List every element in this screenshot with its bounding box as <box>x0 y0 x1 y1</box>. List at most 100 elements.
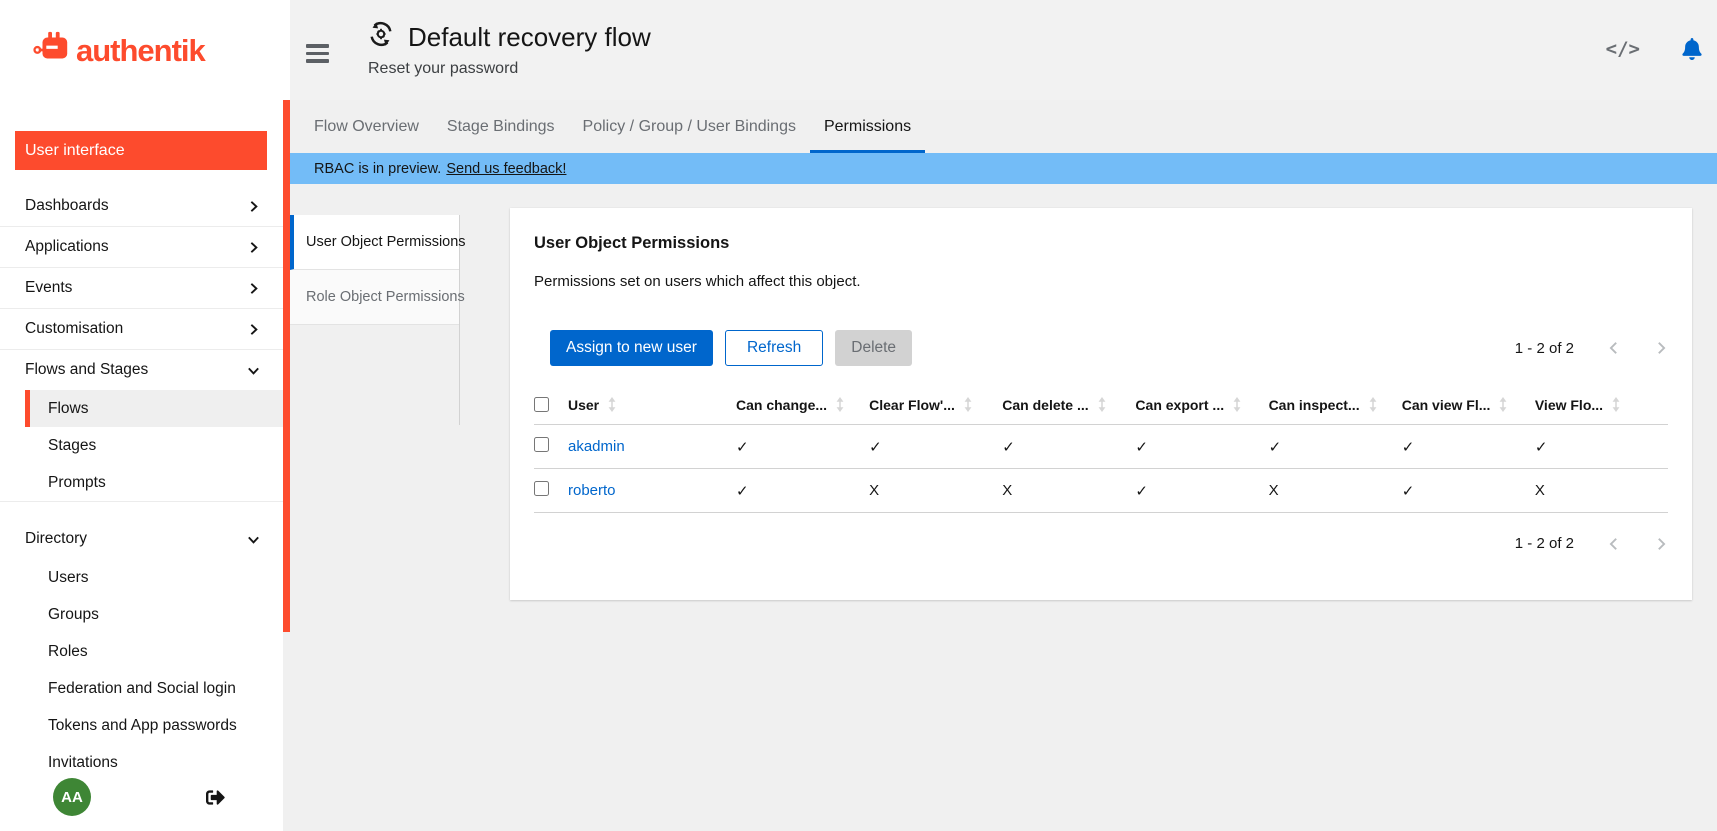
sort-icon <box>1098 397 1106 415</box>
pagination-prev-icon[interactable] <box>1607 341 1621 355</box>
sidebar-item-flows-and-stages[interactable]: Flows and Stages <box>0 350 283 390</box>
chevron-right-icon <box>247 323 260 336</box>
column-header-user[interactable]: User <box>568 388 736 425</box>
tab-permissions[interactable]: Permissions <box>810 100 925 153</box>
tab-flow-overview[interactable]: Flow Overview <box>300 100 433 153</box>
notification-bell-icon[interactable] <box>1682 38 1702 60</box>
sidebar-item-label: Dashboards <box>25 197 109 215</box>
pagination-top: 1 - 2 of 2 <box>1515 340 1668 357</box>
sort-icon <box>1612 397 1620 415</box>
sidebar-item-label: Directory <box>25 530 87 548</box>
row-checkbox[interactable] <box>534 437 549 452</box>
sidebar-item-groups[interactable]: Groups <box>25 596 283 633</box>
permission-value-cell: ✓ <box>1135 469 1268 513</box>
sidebar-item-label: Events <box>25 279 72 297</box>
nav-section-dashboards: Dashboards <box>0 186 283 226</box>
column-header-label: User <box>568 397 599 413</box>
sidebar-item-invitations[interactable]: Invitations <box>25 744 283 781</box>
sidebar-item-stages[interactable]: Stages <box>25 427 283 464</box>
column-header-can-delete[interactable]: Can delete ... <box>1002 388 1135 425</box>
pagination-bottom: 1 - 2 of 2 <box>1515 535 1668 552</box>
menu-toggle-icon[interactable] <box>306 44 329 63</box>
chevron-right-icon <box>247 200 260 213</box>
column-header-can-change[interactable]: Can change... <box>736 388 869 425</box>
sidebar-item-events[interactable]: Events <box>0 268 283 308</box>
sort-icon <box>964 397 972 415</box>
title-block: Default recovery flow Reset your passwor… <box>368 21 651 78</box>
column-header-view-flo[interactable]: View Flo... <box>1535 388 1668 425</box>
column-header-clear-flow[interactable]: Clear Flow'... <box>869 388 1002 425</box>
user-cell: roberto <box>568 469 736 513</box>
sidebar-accent-strip <box>283 0 290 831</box>
column-header-label: Can inspect... <box>1269 397 1360 413</box>
chevron-down-icon <box>247 533 260 546</box>
sidebar-item-prompts[interactable]: Prompts <box>25 464 283 501</box>
main-area: Default recovery flow Reset your passwor… <box>290 0 1717 831</box>
column-header-can-view-fl[interactable]: Can view Fl... <box>1402 388 1535 425</box>
avatar[interactable]: AA <box>53 778 91 816</box>
pagination-next-icon[interactable] <box>1654 341 1668 355</box>
sidebar-item-roles[interactable]: Roles <box>25 633 283 670</box>
sidebar-item-flows[interactable]: Flows <box>25 390 283 427</box>
card-title: User Object Permissions <box>534 234 1668 253</box>
user-link-akadmin[interactable]: akadmin <box>568 438 625 455</box>
page-header: Default recovery flow Reset your passwor… <box>290 0 1717 100</box>
tab-stage-bindings[interactable]: Stage Bindings <box>433 100 569 153</box>
user-interface-button[interactable]: User interface <box>15 131 267 170</box>
tab-policy-group-user-bindings[interactable]: Policy / Group / User Bindings <box>569 100 810 153</box>
sort-icon <box>1369 397 1377 415</box>
column-header-label: Can export ... <box>1135 397 1224 413</box>
permission-value-cell: X <box>1002 469 1135 513</box>
sidebar-item-tokens-and-app-passwords[interactable]: Tokens and App passwords <box>25 707 283 744</box>
chevron-right-icon <box>247 282 260 295</box>
sort-icon <box>1499 397 1507 415</box>
vtab-user-object-permissions[interactable]: User Object Permissions <box>290 215 459 270</box>
column-header-label: Can delete ... <box>1002 397 1088 413</box>
flow-icon <box>368 21 394 52</box>
nav-section-applications: Applications <box>0 227 283 267</box>
sidebar-item-dashboards[interactable]: Dashboards <box>0 186 283 226</box>
chevron-right-icon <box>247 241 260 254</box>
user-link-roberto[interactable]: roberto <box>568 482 616 499</box>
sidebar-item-users[interactable]: Users <box>25 559 283 596</box>
permissions-card: User Object Permissions Permissions set … <box>510 208 1692 600</box>
column-header-label: Can change... <box>736 397 827 413</box>
sort-icon <box>1233 397 1241 415</box>
authentik-wordmark: authentik <box>76 33 205 69</box>
row-select-cell <box>534 469 568 513</box>
column-header-can-inspect[interactable]: Can inspect... <box>1269 388 1402 425</box>
nav-divider <box>0 501 283 502</box>
table-row: akadmin✓✓✓✓✓✓✓ <box>534 425 1668 469</box>
refresh-button[interactable]: Refresh <box>725 330 823 366</box>
sidebar-item-label: Applications <box>25 238 109 256</box>
column-header-label: View Flo... <box>1535 397 1603 413</box>
pagination-next-icon[interactable] <box>1654 537 1668 551</box>
pagination-label: 1 - 2 of 2 <box>1515 340 1574 357</box>
permission-value-cell: ✓ <box>1135 425 1268 469</box>
permission-value-cell: ✓ <box>1535 425 1668 469</box>
nav-section-flows-and-stages: Flows and StagesFlowsStagesPrompts <box>0 350 283 501</box>
select-all-checkbox[interactable] <box>534 397 549 412</box>
sidebar-item-directory[interactable]: Directory <box>0 519 283 559</box>
pagination-prev-icon[interactable] <box>1607 537 1621 551</box>
permission-value-cell: ✓ <box>1402 469 1535 513</box>
row-checkbox[interactable] <box>534 481 549 496</box>
sidebar-item-customisation[interactable]: Customisation <box>0 309 283 349</box>
authentik-logo-icon <box>33 30 71 71</box>
assign-to-new-user-button[interactable]: Assign to new user <box>550 330 713 366</box>
sort-icon <box>836 397 844 415</box>
authentik-admin-app: authentik User interface Dashboards Appli… <box>0 0 1717 831</box>
sidebar-item-applications[interactable]: Applications <box>0 227 283 267</box>
api-code-icon[interactable]: </> <box>1606 38 1640 60</box>
permission-value-cell: ✓ <box>736 469 869 513</box>
column-header-can-export[interactable]: Can export ... <box>1135 388 1268 425</box>
logout-icon[interactable] <box>206 788 225 807</box>
pagination-label: 1 - 2 of 2 <box>1515 535 1574 552</box>
vtab-role-object-permissions[interactable]: Role Object Permissions <box>290 270 459 325</box>
permission-value-cell: X <box>1269 469 1402 513</box>
sidebar-item-federation-and-social-login[interactable]: Federation and Social login <box>25 670 283 707</box>
table-row: roberto✓XX✓X✓X <box>534 469 1668 513</box>
feedback-link[interactable]: Send us feedback! <box>446 161 566 177</box>
toolbar: Assign to new userRefreshDelete 1 - 2 of… <box>534 330 1668 366</box>
authentik-logo[interactable]: authentik <box>33 30 205 71</box>
